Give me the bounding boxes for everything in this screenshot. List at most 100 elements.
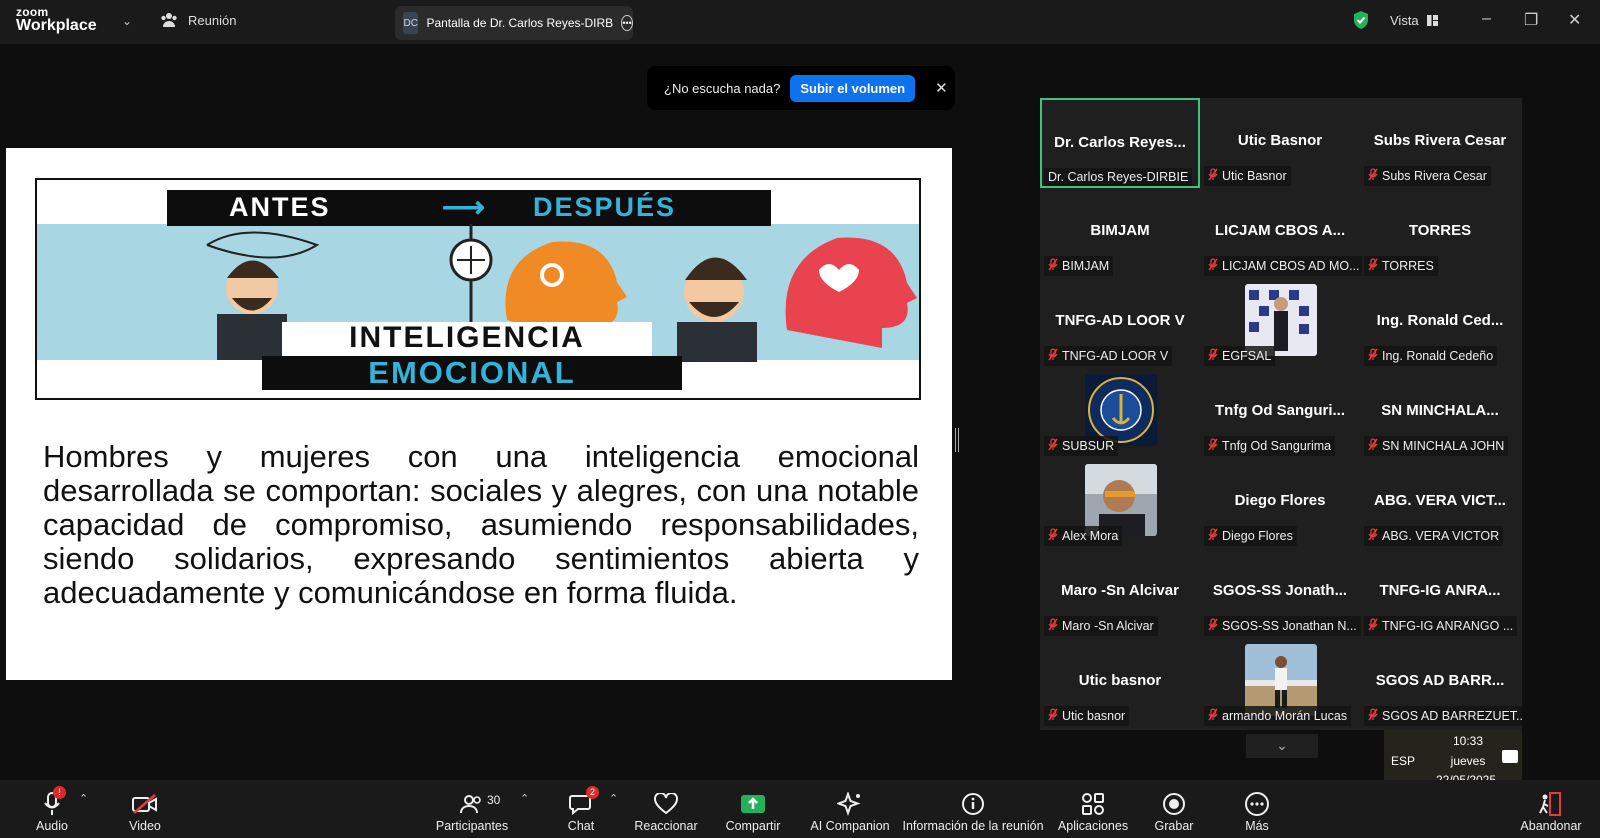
participant-tile[interactable]: BIMJAM BIMJAM (1040, 188, 1200, 278)
participant-tile[interactable]: SN MINCHALA... SN MINCHALA JOHN (1360, 368, 1520, 458)
shared-screen: ANTES ⟶ DESPUÉS INTELIGENCIA EMOCIONAL H… (6, 148, 952, 680)
participant-label-text: Maro -Sn Alcivar (1062, 619, 1154, 633)
audio-button[interactable]: Audio (32, 780, 72, 838)
participants-count: 30 (487, 793, 501, 807)
screen-share-tab[interactable]: DC Pantalla de Dr. Carlos Reyes-DIRB ••• (395, 6, 633, 40)
ai-label: AI Companion (810, 819, 890, 833)
muted-mic-icon (1208, 528, 1218, 544)
participant-tile[interactable]: ABG. VERA VICT... ABG. VERA VICTOR (1360, 458, 1520, 548)
emotional-intelligence-illustration: ANTES ⟶ DESPUÉS INTELIGENCIA EMOCIONAL (35, 178, 921, 400)
participant-tile[interactable]: Utic basnor Utic basnor (1040, 638, 1200, 728)
muted-mic-icon (1368, 618, 1378, 634)
participant-tile[interactable]: TNFG-AD LOOR V TNFG-AD LOOR V (1040, 278, 1200, 368)
participant-name-label: Utic basnor (1044, 706, 1130, 726)
participant-tile[interactable]: Dr. Carlos Reyes... Dr. Carlos Reyes-DIRB… (1040, 98, 1200, 188)
participant-label-text: ABG. VERA VICTOR (1382, 529, 1500, 543)
participant-tile[interactable]: TNFG-IG ANRA... TNFG-IG ANRANGO ... (1360, 548, 1520, 638)
meeting-menu[interactable]: Reunión (160, 12, 236, 28)
split-resize-handle[interactable] (955, 428, 959, 452)
more-options-icon[interactable]: ••• (621, 15, 633, 31)
view-label: Vista (1390, 13, 1419, 28)
meeting-label: Reunión (188, 12, 237, 28)
share-label: Compartir (725, 819, 781, 833)
participant-tile[interactable]: Diego Flores Diego Flores (1200, 458, 1360, 548)
participant-tile[interactable]: Tnfg Od Sanguri... Tnfg Od Sangurima (1200, 368, 1360, 458)
apps-button[interactable]: Aplicaciones (1057, 780, 1129, 838)
muted-mic-icon (1048, 528, 1058, 544)
participant-label-text: SGOS-SS Jonathan N... (1222, 619, 1357, 633)
participant-display-name: Maro -Sn Alcivar (1061, 582, 1179, 599)
muted-mic-icon (1368, 438, 1378, 454)
participant-tile[interactable]: LICJAM CBOS A... LICJAM CBOS AD MO... (1200, 188, 1362, 278)
participant-name-label: SN MINCHALA JOHN (1364, 436, 1509, 456)
video-label: Video (129, 819, 161, 833)
share-screen-button[interactable]: Compartir (723, 780, 783, 838)
notification-icon[interactable] (1502, 750, 1518, 763)
chat-unread-badge: 2 (586, 786, 599, 799)
gallery-scroll-down-icon[interactable]: ⌄ (1246, 734, 1318, 758)
participant-tile[interactable]: SUBSUR (1040, 368, 1200, 458)
more-button[interactable]: Más (1237, 780, 1277, 838)
illustration-despues-text: DESPUÉS (533, 192, 677, 222)
audio-warning-badge: ! (53, 786, 66, 799)
participant-name-label: BIMJAM (1044, 256, 1114, 276)
participant-tile[interactable]: Alex Mora (1040, 458, 1200, 548)
muted-mic-icon (1048, 618, 1058, 634)
participant-tile[interactable]: Utic Basnor Utic Basnor (1200, 98, 1360, 188)
top-bar: zoom Workplace ⌄ Reunión DC Pantalla de … (0, 0, 1600, 44)
participant-tile[interactable]: SGOS AD BARR... SGOS AD BARREZUET... (1360, 638, 1522, 728)
participant-label-text: Utic Basnor (1222, 169, 1287, 183)
close-icon[interactable]: ✕ (1568, 10, 1581, 30)
participant-name-label: TNFG-IG ANRANGO ... (1364, 616, 1518, 636)
keyboard-language[interactable]: ESP (1391, 754, 1415, 768)
participant-tile[interactable]: SGOS-SS Jonath... SGOS-SS Jonathan N... (1200, 548, 1361, 638)
participant-display-name: LICJAM CBOS A... (1214, 222, 1346, 239)
muted-mic-icon (1368, 528, 1378, 544)
app-menu-chevron-icon[interactable]: ⌄ (122, 14, 132, 28)
participant-tile[interactable]: Maro -Sn Alcivar Maro -Sn Alcivar (1040, 548, 1200, 638)
slide-body-text: Hombres y mujeres con una inteligencia e… (43, 439, 919, 610)
participant-tile[interactable]: TORRES TORRES (1360, 188, 1520, 278)
illustration-title-2: EMOCIONAL (368, 355, 576, 390)
participants-caret-icon[interactable]: ⌃ (520, 792, 529, 805)
muted-mic-icon (1208, 708, 1218, 724)
participant-name-label: Ing. Ronald Cedeño (1364, 346, 1498, 366)
audio-options-caret-icon[interactable]: ⌃ (79, 792, 88, 805)
participant-name-label: SUBSUR (1044, 436, 1119, 456)
meeting-info-button[interactable]: Información de la reunión (902, 780, 1044, 838)
participant-name-label: TORRES (1364, 256, 1438, 276)
leave-button[interactable]: Abandonar (1519, 780, 1583, 838)
participant-label-text: Ing. Ronald Cedeño (1382, 349, 1494, 363)
participant-tile[interactable]: EGFSAL (1200, 278, 1360, 368)
participant-tile[interactable]: armando Morán Lucas (1200, 638, 1360, 728)
participant-tile[interactable]: Ing. Ronald Ced... Ing. Ronald Cedeño (1360, 278, 1520, 368)
participant-label-text: armando Morán Lucas (1222, 709, 1348, 723)
chat-caret-icon[interactable]: ⌃ (609, 792, 618, 805)
record-button[interactable]: Grabar (1154, 780, 1194, 838)
leave-label: Abandonar (1520, 819, 1582, 833)
record-icon (1163, 793, 1185, 815)
banner-close-icon[interactable]: ✕ (935, 79, 948, 97)
raise-volume-button[interactable]: Subir el volumen (790, 74, 916, 102)
participant-label-text: SUBSUR (1062, 439, 1115, 453)
illustration-title-1: INTELIGENCIA (349, 321, 585, 354)
muted-mic-icon (1368, 168, 1378, 184)
ai-companion-button[interactable]: AI Companion (810, 780, 890, 838)
participant-display-name: SGOS AD BARR... (1375, 672, 1505, 689)
encryption-shield-icon[interactable] (1352, 10, 1370, 30)
participant-display-name: Subs Rivera Cesar (1373, 132, 1507, 149)
participants-group-icon (161, 13, 177, 27)
restore-icon[interactable]: ❐ (1524, 10, 1538, 30)
logo-workplace-text: Workplace (16, 17, 97, 34)
participant-label-text: TNFG-AD LOOR V (1062, 349, 1169, 363)
participant-label-text: Alex Mora (1062, 529, 1119, 543)
participant-label-text: SN MINCHALA JOHN (1382, 439, 1505, 453)
more-dots-icon (1245, 792, 1269, 816)
view-menu[interactable]: Vista (1390, 13, 1438, 28)
participants-button[interactable]: Participantes (436, 780, 508, 838)
react-button[interactable]: Reaccionar (632, 780, 700, 838)
video-button[interactable]: Video (123, 780, 167, 838)
minimize-icon[interactable]: – (1482, 10, 1491, 28)
participant-tile[interactable]: Subs Rivera Cesar Subs Rivera Cesar (1360, 98, 1520, 188)
participant-label-text: BIMJAM (1062, 259, 1110, 273)
